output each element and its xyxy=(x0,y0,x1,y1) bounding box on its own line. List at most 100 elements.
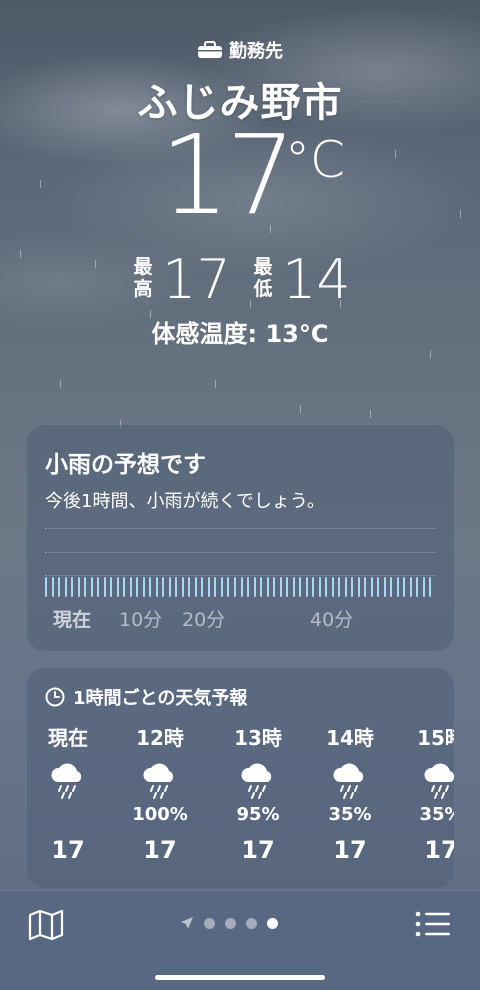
rain-streak xyxy=(430,350,431,358)
rain-card-subtitle: 今後1時間、小雨が続くでしょう。 xyxy=(45,491,325,512)
precip-bar xyxy=(84,577,87,597)
hour-item[interactable]: 13時 95% 17 xyxy=(223,724,293,864)
precip-bar xyxy=(286,577,289,597)
precip-bar xyxy=(260,577,263,597)
rain-cloud-icon xyxy=(424,763,454,799)
precip-bar xyxy=(51,577,54,597)
precip-bar xyxy=(240,577,243,597)
precip-bar xyxy=(279,577,282,597)
hour-temp: 17 xyxy=(241,836,275,864)
precip-bar xyxy=(123,577,126,597)
precip-bar xyxy=(247,577,250,597)
axis-label-10min: 10分 xyxy=(119,609,163,631)
precip-bar xyxy=(364,577,367,597)
briefcase-icon xyxy=(198,41,222,58)
hour-item[interactable]: 12時 100% 17 xyxy=(125,724,195,864)
precip-bar xyxy=(90,577,93,597)
precip-bar xyxy=(181,577,184,597)
hour-item[interactable]: 15時 35% 17 xyxy=(406,724,454,864)
hour-temp: 17 xyxy=(333,836,367,864)
precip-bar xyxy=(45,577,47,597)
precipitation-bars xyxy=(45,577,436,597)
precip-bar xyxy=(312,577,315,597)
precip-bar xyxy=(188,577,191,597)
precip-bar xyxy=(168,577,171,597)
low-value: 14 xyxy=(282,248,351,311)
precip-bar xyxy=(266,577,269,597)
axis-label-40min: 40分 xyxy=(310,609,354,631)
hour-item[interactable]: 現在 17 xyxy=(33,724,103,864)
precip-bar xyxy=(194,577,197,597)
precip-chance xyxy=(33,802,103,828)
precip-bar xyxy=(325,577,328,597)
precip-bar xyxy=(292,577,295,597)
page-dot[interactable] xyxy=(225,917,236,929)
high-value: 17 xyxy=(162,248,231,311)
map-icon[interactable] xyxy=(28,909,64,941)
low-label: 最 低 xyxy=(253,256,273,300)
clock-icon xyxy=(45,687,65,707)
page-indicator[interactable] xyxy=(180,915,300,931)
chart-gridline xyxy=(45,528,435,529)
hour-item[interactable]: 14時 35% 17 xyxy=(315,724,385,864)
rain-cloud-icon xyxy=(241,763,272,799)
precip-bar xyxy=(390,577,393,597)
precip-bar xyxy=(162,577,165,597)
precip-bar xyxy=(103,577,106,597)
precip-bar xyxy=(331,577,334,597)
temperature-unit: °C xyxy=(285,131,345,189)
precip-bar xyxy=(422,577,425,597)
precip-bar xyxy=(338,577,341,597)
rain-cloud-icon xyxy=(51,763,82,799)
precip-bar xyxy=(403,577,406,597)
list-icon[interactable] xyxy=(414,909,452,939)
precip-bar xyxy=(214,577,217,597)
precip-bar xyxy=(396,577,399,597)
home-indicator[interactable] xyxy=(155,975,325,980)
axis-label-20min: 20分 xyxy=(182,609,226,631)
temperature-value: 17 xyxy=(160,111,296,239)
rain-streak xyxy=(370,410,371,418)
precip-bar xyxy=(318,577,321,597)
precip-bar xyxy=(201,577,204,597)
precip-bar xyxy=(64,577,67,597)
precip-chance: 35% xyxy=(328,804,372,825)
hourly-header: 1時間ごとの天気予報 xyxy=(45,684,247,710)
precip-chance: 100% xyxy=(132,804,188,825)
precip-bar xyxy=(377,577,380,597)
precip-bar xyxy=(357,577,360,597)
precip-bar xyxy=(110,577,113,597)
chart-gridline xyxy=(45,575,435,576)
precip-bar xyxy=(344,577,347,597)
precip-bar xyxy=(207,577,210,597)
page-dot-active[interactable] xyxy=(267,917,278,929)
precip-bar xyxy=(383,577,386,597)
rain-card-title: 小雨の予想です xyxy=(45,452,206,478)
precip-bar xyxy=(273,577,276,597)
hour-time: 現在 xyxy=(48,726,88,750)
page-dot[interactable] xyxy=(204,917,215,929)
precip-bar xyxy=(142,577,145,597)
hour-temp: 17 xyxy=(424,836,454,864)
hour-time: 15時 xyxy=(417,726,454,750)
precip-bar xyxy=(416,577,419,597)
precip-bar xyxy=(299,577,302,597)
precip-bar xyxy=(77,577,80,597)
hourly-forecast-card[interactable]: 1時間ごとの天気予報 現在 17 12時 100% 17 13時 95% 17 … xyxy=(27,668,454,888)
feels-like: 体感温度: 13°C xyxy=(151,320,329,348)
hour-time: 12時 xyxy=(136,726,184,750)
location-tag-label: 勤務先 xyxy=(229,41,283,62)
precip-bar xyxy=(409,577,412,597)
rain-forecast-card[interactable]: 小雨の予想です 今後1時間、小雨が続くでしょう。 現在 10分 20分 40分 xyxy=(27,425,454,651)
rain-cloud-icon xyxy=(143,763,174,799)
precip-bar xyxy=(253,577,256,597)
precip-bar xyxy=(97,577,100,597)
precip-bar xyxy=(429,577,432,597)
precip-bar xyxy=(136,577,139,597)
rain-streak xyxy=(300,405,301,413)
hour-temp: 17 xyxy=(51,836,85,864)
page-dot[interactable] xyxy=(246,917,257,929)
hourly-heading: 1時間ごとの天気予報 xyxy=(73,688,248,709)
precip-bar xyxy=(116,577,119,597)
precip-bar xyxy=(227,577,230,597)
